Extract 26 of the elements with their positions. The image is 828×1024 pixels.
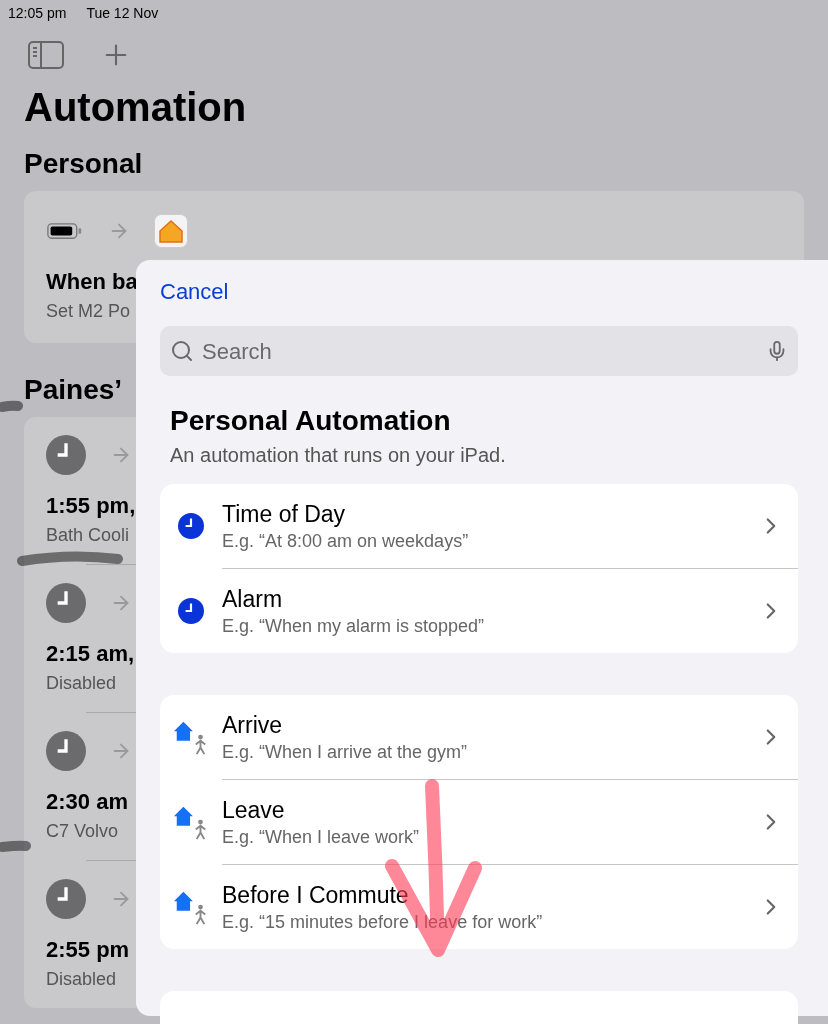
automation-title: 2:15 am,: [46, 639, 135, 668]
status-time: 12:05 pm: [8, 4, 67, 23]
automation-title: 2:30 am: [46, 787, 128, 816]
trigger-example: E.g. “When my alarm is stopped”: [222, 615, 486, 638]
page-title: Automation: [23, 84, 248, 131]
trigger-title: Alarm: [222, 585, 284, 614]
automation-subtitle: C7 Volvo: [46, 819, 119, 843]
sheet-heading: Personal Automation: [169, 404, 452, 438]
trigger-example: E.g. “At 8:00 am on weekdays”: [222, 530, 470, 553]
trigger-example: E.g. “When I leave work”: [222, 826, 421, 849]
trigger-title: Leave: [222, 796, 286, 825]
automation-subtitle: Disabled: [46, 967, 117, 991]
trigger-example: E.g. “When I arrive at the gym”: [222, 741, 469, 764]
section-heading: Paines’: [23, 373, 124, 407]
status-date: Tue 12 Nov: [86, 4, 159, 23]
automation-title: When ba: [46, 268, 138, 296]
automation-title: 2:55 pm: [46, 935, 130, 964]
automation-subtitle: Set M2 Po: [46, 300, 131, 323]
trigger-title: Before I Commute: [222, 881, 410, 910]
automation-subtitle: Bath Cooli: [46, 523, 130, 547]
trigger-title: Arrive: [222, 711, 284, 740]
trigger-title: Time of Day: [222, 500, 347, 529]
section-heading: Personal: [23, 147, 144, 181]
automation-subtitle: Disabled: [46, 671, 117, 695]
sheet-subtitle: An automation that runs on your iPad.: [169, 443, 507, 468]
automation-title: 1:55 pm,: [46, 491, 136, 520]
